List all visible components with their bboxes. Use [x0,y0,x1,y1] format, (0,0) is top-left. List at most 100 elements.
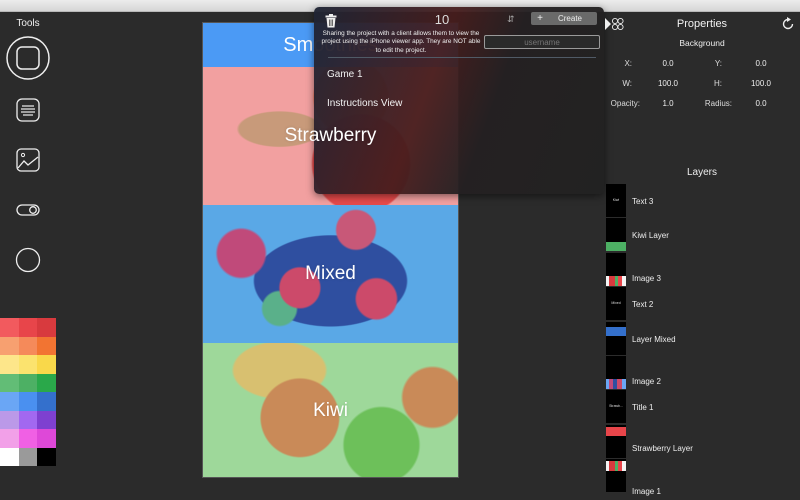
color-swatch[interactable] [37,410,57,429]
x-label: X: [624,59,632,68]
circle-tool-button[interactable] [6,238,50,282]
color-swatch[interactable] [37,429,57,448]
color-swatch[interactable] [0,373,19,392]
section-label: Mixed [305,263,356,284]
create-label: Create [557,14,582,23]
layer-name: Image 1 [632,487,661,497]
palette-row [0,410,57,429]
color-swatch[interactable] [18,447,38,466]
color-swatch[interactable] [0,447,19,466]
layer-row[interactable]: Mixed Text 2 [606,287,800,322]
view-tool-button[interactable] [6,36,50,80]
switch-tool-button[interactable] [6,188,50,232]
background-section-title: Background [679,38,725,48]
username-input[interactable] [484,35,600,49]
layer-row[interactable]: Image 3 [606,252,800,287]
color-palette [0,318,57,466]
layer-row[interactable]: Strawberry Layer [606,424,800,459]
layer-name: Kiwi Layer [632,231,669,241]
y-value[interactable]: 0.0 [741,59,781,68]
layer-name: Layer Mixed [632,334,676,344]
layer-thumbnail [606,424,626,459]
layer-thumbnail: Mixed [606,287,626,322]
layer-row[interactable]: Kiwi Text 3 [606,184,800,218]
radius-value[interactable]: 0.0 [741,99,781,108]
palette-row [0,355,57,374]
thumbnail-image [606,275,626,286]
project-item-game-1[interactable]: Game 1 [327,69,363,80]
image-tool-button[interactable] [6,138,50,182]
properties-title: Properties [676,18,728,30]
layer-name: Title 1 [632,403,654,413]
color-swatch[interactable] [37,355,57,374]
color-swatch[interactable] [18,410,38,429]
thumbnail-color-bar [606,426,626,436]
color-swatch[interactable] [18,318,38,337]
color-swatch[interactable] [18,373,38,392]
w-label: W: [622,79,632,88]
color-swatch[interactable] [0,429,19,448]
layer-row[interactable]: Image 1 [606,459,800,497]
divider [328,57,596,58]
create-button[interactable]: + Create [531,12,597,25]
thumbnail-image [606,379,626,389]
count-stepper-icon[interactable]: ⇵ [507,14,515,25]
y-label: Y: [714,59,722,68]
layer-name: Image 2 [632,377,661,386]
text-tool-button[interactable] [6,88,50,132]
color-swatch[interactable] [37,447,57,466]
layer-row[interactable]: Strawb... Title 1 [606,390,800,425]
project-item-instructions-view[interactable]: Instructions View [327,98,402,109]
color-swatch[interactable] [0,410,19,429]
thumbnail-text: Strawb... [609,404,623,409]
color-swatch[interactable] [37,336,57,355]
x-value[interactable]: 0.0 [648,59,688,68]
color-swatch[interactable] [37,373,57,392]
layer-thumbnail [606,459,626,494]
color-swatch[interactable] [18,336,38,355]
color-swatch[interactable] [0,392,19,411]
share-description: Sharing the project with a client allows… [321,30,481,54]
thumbnail-color-bar [606,326,626,336]
text-lines-icon [16,98,40,122]
section-label: Kiwi [313,400,348,421]
plus-icon: + [537,13,543,24]
color-swatch[interactable] [0,336,19,355]
rounded-square-icon [6,36,50,80]
radius-label: Radius: [704,99,732,108]
h-value[interactable]: 100.0 [741,79,781,88]
layer-thumbnail: Kiwi [606,184,626,218]
color-swatch[interactable] [0,318,19,337]
thumbnail-image [606,461,626,472]
layer-row[interactable]: Image 2 [606,356,800,390]
w-value[interactable]: 100.0 [648,79,688,88]
layer-row[interactable]: Kiwi Layer [606,218,800,253]
palette-row [0,318,57,337]
palette-row [0,392,57,411]
color-swatch[interactable] [18,429,38,448]
refresh-icon[interactable] [781,17,795,31]
project-count: 10 [434,12,450,27]
layer-name: Text 2 [632,300,654,310]
tools-title: Tools [16,18,40,29]
thumbnail-color-bar [606,242,626,252]
opacity-label: Opacity: [610,99,640,108]
kiwi-section[interactable]: Kiwi [203,343,458,477]
color-swatch[interactable] [37,318,57,337]
color-swatch[interactable] [37,392,57,411]
color-swatch[interactable] [18,392,38,411]
thumbnail-text: Kiwi [612,198,620,202]
layer-name: Strawberry Layer [632,443,693,453]
color-swatch[interactable] [0,355,19,374]
palette-row [0,447,57,466]
mixed-section[interactable]: Mixed [203,205,458,343]
layer-row[interactable]: Layer Mixed [606,321,800,356]
layer-thumbnail [606,321,626,356]
layer-thumbnail [606,218,626,253]
opacity-value[interactable]: 1.0 [648,99,688,108]
toggle-switch-icon [16,204,40,216]
thumbnail-text: Mixed [611,301,621,306]
trash-icon[interactable] [325,14,337,28]
color-swatch[interactable] [18,355,38,374]
layer-thumbnail: Strawb... [606,390,626,425]
